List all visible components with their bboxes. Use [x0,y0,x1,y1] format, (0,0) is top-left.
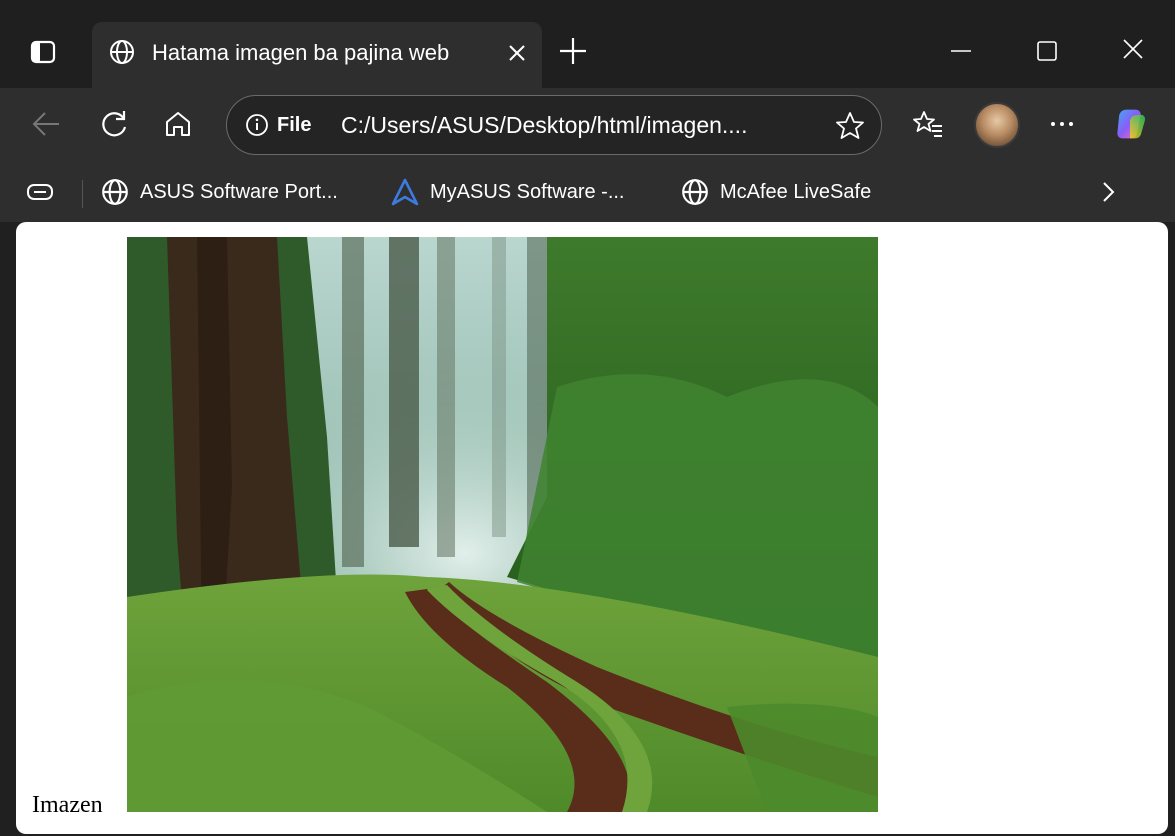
active-tab[interactable]: Hatama imagen ba pajina web [92,22,542,88]
site-info-button[interactable]: File [245,110,311,140]
profile-avatar[interactable] [974,102,1020,148]
more-dots-icon [1051,122,1073,126]
favorite-item-2[interactable]: MyASUS Software -... [390,174,625,210]
close-window-icon[interactable] [1118,34,1148,64]
favorites-list-icon [913,111,942,137]
favorite-item-1[interactable]: ASUS Software Port... [100,174,338,210]
image-alt-text: Imazen [32,792,103,818]
add-favorite-star-icon[interactable] [833,109,867,143]
tab-actions-button[interactable] [22,32,64,72]
info-icon [246,114,268,136]
more-favorites-button[interactable] [1094,174,1122,210]
address-bar[interactable]: File C:/Users/ASUS/Desktop/html/imagen..… [226,95,882,155]
favorite-label: ASUS Software Port... [140,180,338,203]
minimize-icon[interactable] [946,36,976,66]
close-tab-icon[interactable] [504,40,530,66]
maximize-icon[interactable] [1032,36,1062,66]
favorite-item-3[interactable]: McAfee LiveSafe [680,174,871,210]
favorite-label: McAfee LiveSafe [720,180,872,203]
collections-button[interactable] [24,174,56,210]
myasus-icon [391,178,419,206]
home-icon [166,112,190,136]
web-page-content: Imazen [16,222,1168,834]
url-text[interactable]: C:/Users/ASUS/Desktop/html/imagen.... [341,109,747,141]
favorites-bar: ASUS Software Port... MyASUS Software -.… [0,162,1175,222]
collections-icon [27,184,53,200]
home-button[interactable] [160,106,196,142]
site-info-label: File [277,113,312,136]
globe-icon [682,179,708,205]
favorites-button[interactable] [910,106,946,142]
back-arrow-icon [32,112,59,136]
title-bar: Hatama imagen ba pajina web [0,0,1175,88]
tab-title: Hatama imagen ba pajina web [152,40,450,65]
favorite-label: MyASUS Software -... [430,180,625,203]
favorites-divider [82,180,83,208]
new-tab-icon[interactable] [556,34,590,68]
globe-icon [102,179,128,205]
refresh-button[interactable] [96,106,132,142]
chevron-right-icon [1103,182,1115,202]
copilot-button[interactable] [1112,106,1148,142]
more-options-button[interactable] [1044,106,1080,142]
globe-icon [110,40,134,64]
refresh-icon [102,111,127,137]
tab-actions-icon [30,40,56,64]
back-button[interactable] [28,106,64,142]
copilot-icon [1117,109,1145,139]
forest-road-image [127,237,878,812]
